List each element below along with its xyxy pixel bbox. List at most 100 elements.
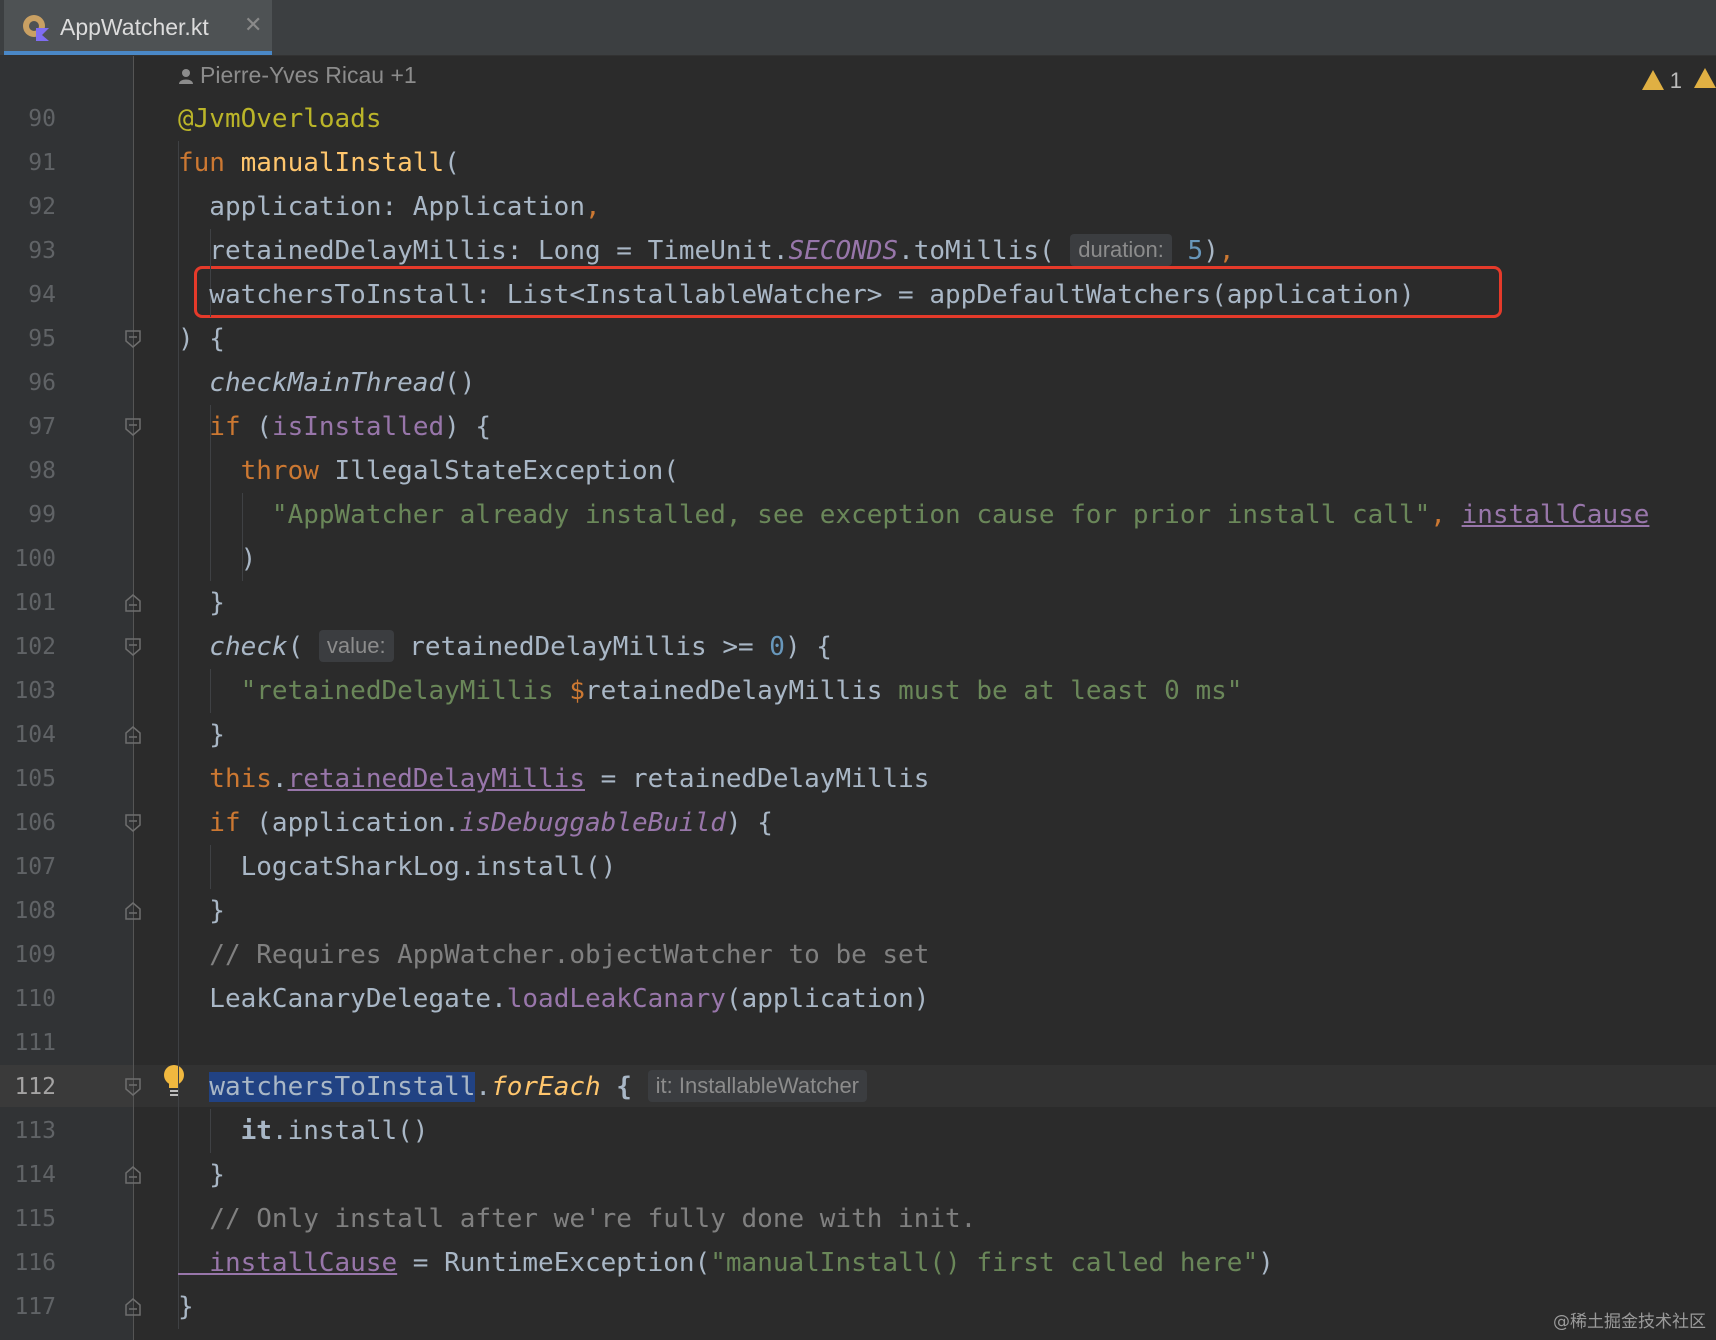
code-token: $ — [569, 676, 585, 706]
code-token: , — [1218, 236, 1235, 266]
code-token: @JvmOverloads — [178, 104, 382, 134]
tab-title: AppWatcher.kt — [60, 14, 209, 40]
gutter-separator — [133, 56, 134, 1340]
code-line[interactable]: fun manualInstall( — [178, 141, 460, 185]
fold-open-icon[interactable] — [125, 1078, 141, 1096]
fold-close-icon[interactable] — [125, 594, 141, 612]
code-token: manualInstall — [240, 148, 445, 178]
fold-close-icon[interactable] — [125, 726, 141, 744]
close-tab-icon[interactable]: ✕ — [244, 13, 262, 38]
code-token: // Only install after we're fully done w… — [178, 1204, 977, 1234]
code-line[interactable]: checkMainThread() — [178, 361, 475, 405]
code-line[interactable]: "AppWatcher already installed, see excep… — [178, 493, 1650, 537]
line-number: 115 — [14, 1206, 56, 1232]
code-line[interactable]: application: Application, — [178, 185, 600, 229]
code-line[interactable]: retainedDelayMillis: Long = TimeUnit.SEC… — [178, 229, 1235, 273]
code-line[interactable]: ) { — [178, 317, 225, 361]
line-number: 113 — [14, 1118, 56, 1144]
code-token: (application. — [256, 808, 460, 838]
code-token: ) { — [444, 412, 492, 442]
code-token: application: Application — [178, 192, 585, 222]
code-token: watchersToInstall — [209, 1072, 476, 1102]
code-token: it — [178, 1116, 272, 1146]
code-line[interactable]: // Only install after we're fully done w… — [178, 1197, 976, 1241]
code-token: , — [1430, 500, 1462, 530]
code-vision-author[interactable]: Pierre-Yves Ricau +1 — [178, 62, 417, 89]
code-line[interactable]: "retainedDelayMillis $retainedDelayMilli… — [178, 669, 1243, 713]
code-line[interactable]: watchersToInstall.forEach { it: Installa… — [178, 1065, 868, 1109]
tab-appwatcher-kt[interactable]: AppWatcher.kt ✕ — [4, 0, 272, 55]
code-token: ) { — [725, 808, 773, 838]
code-line[interactable]: throw IllegalStateException( — [178, 449, 679, 493]
code-line[interactable]: installCause = RuntimeException("manualI… — [178, 1241, 1274, 1285]
code-token: retainedDelayMillis — [585, 676, 883, 706]
code-token: { — [600, 1072, 648, 1102]
code-token: if — [178, 808, 257, 838]
code-token: () — [444, 368, 476, 398]
code-line[interactable]: this.retainedDelayMillis = retainedDelay… — [178, 757, 929, 801]
code-token: "AppWatcher already installed, see excep… — [178, 500, 1431, 530]
fold-open-icon[interactable] — [125, 814, 141, 832]
code-token: ) { — [784, 632, 832, 662]
code-line[interactable]: } — [178, 889, 225, 933]
code-line[interactable]: } — [178, 1153, 225, 1197]
fold-close-icon[interactable] — [125, 1298, 141, 1316]
fold-close-icon[interactable] — [125, 1166, 141, 1184]
code-token: ( — [287, 632, 319, 662]
code-token: ) { — [178, 324, 225, 354]
line-number: 106 — [14, 810, 56, 836]
code-token: watchersToInstall: List<InstallableWatch… — [178, 280, 1415, 310]
inspection-warning-icon[interactable] — [1694, 68, 1716, 88]
kotlin-file-icon — [23, 15, 49, 41]
line-number: 94 — [28, 282, 56, 308]
parameter-hint: value: — [318, 630, 394, 662]
line-number: 110 — [14, 986, 56, 1012]
author-text: Pierre-Yves Ricau +1 — [200, 62, 417, 88]
code-token: } — [178, 1292, 194, 1322]
line-number: 91 — [28, 150, 56, 176]
line-number: 102 — [14, 634, 56, 660]
code-token: "manualInstall() first called here" — [710, 1248, 1259, 1278]
code-token: ) — [1203, 236, 1219, 266]
fold-open-icon[interactable] — [125, 330, 141, 348]
code-line[interactable]: } — [178, 713, 225, 757]
code-token: } — [178, 896, 225, 926]
code-token: checkMainThread — [178, 368, 445, 398]
warning-count: 1 — [1669, 68, 1682, 93]
code-line[interactable]: ) — [178, 537, 257, 581]
code-line[interactable]: LogcatSharkLog.install() — [178, 845, 617, 889]
editor-tab-bar: AppWatcher.kt ✕ — [0, 0, 1716, 56]
code-line[interactable]: if (isInstalled) { — [178, 405, 491, 449]
code-line[interactable]: LeakCanaryDelegate.loadLeakCanary(applic… — [178, 977, 929, 1021]
line-number: 101 — [14, 590, 56, 616]
code-line[interactable]: if (application.isDebuggableBuild) { — [178, 801, 773, 845]
code-token: // Requires AppWatcher.objectWatcher to … — [178, 940, 930, 970]
fold-close-icon[interactable] — [125, 902, 141, 920]
line-number: 90 — [28, 106, 56, 132]
code-line[interactable]: // Requires AppWatcher.objectWatcher to … — [178, 933, 929, 977]
code-line[interactable]: it.install() — [178, 1109, 429, 1153]
code-line[interactable]: @JvmOverloads — [178, 97, 382, 141]
line-number: 107 — [14, 854, 56, 880]
code-token: if — [178, 412, 257, 442]
line-number: 98 — [28, 458, 56, 484]
fold-open-icon[interactable] — [125, 638, 141, 656]
code-token: (application) — [725, 984, 930, 1014]
line-number: 104 — [14, 722, 56, 748]
code-token: . — [271, 764, 288, 794]
code-token: isInstalled — [271, 412, 445, 442]
code-token: = retainedDelayMillis — [585, 764, 930, 794]
code-line[interactable]: } — [178, 581, 225, 625]
code-line[interactable]: } — [178, 1285, 194, 1329]
code-token: . — [475, 1072, 492, 1102]
code-token: ) — [178, 544, 257, 574]
line-number: 100 — [14, 546, 56, 572]
code-line[interactable]: watchersToInstall: List<InstallableWatch… — [178, 273, 1415, 317]
code-token: retainedDelayMillis — [287, 764, 585, 794]
code-line[interactable]: check( value: retainedDelayMillis >= 0) … — [178, 625, 832, 669]
code-token: ) — [1258, 1248, 1274, 1278]
warnings-indicator[interactable]: 1 — [1641, 68, 1682, 94]
fold-open-icon[interactable] — [125, 418, 141, 436]
code-token: loadLeakCanary — [506, 984, 726, 1014]
code-token: forEach — [491, 1072, 601, 1102]
